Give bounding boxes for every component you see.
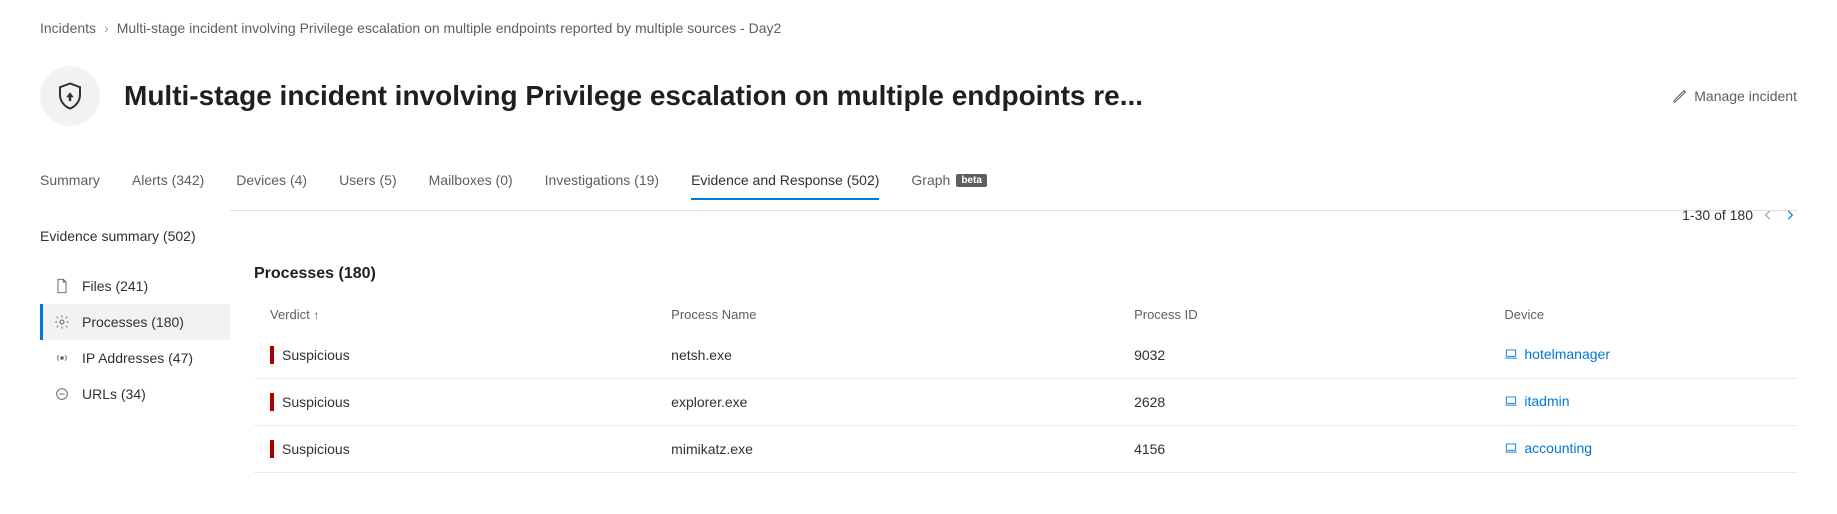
process-name: explorer.exe [655,379,1118,426]
process-id: 4156 [1118,426,1488,473]
sidebar-item-urls[interactable]: URLs (34) [40,376,230,412]
link-icon [54,386,70,402]
gear-icon [54,314,70,330]
breadcrumb: Incidents › Multi-stage incident involvi… [40,20,1797,36]
tab-evidence[interactable]: Evidence and Response (502) [691,166,879,200]
laptop-icon [1504,394,1518,408]
tab-graph[interactable]: Graph beta [911,166,986,200]
device-link[interactable]: itadmin [1504,393,1569,409]
page-title: Multi-stage incident involving Privilege… [124,80,1143,112]
table-row[interactable]: Suspicious explorer.exe 2628 itadmin [254,379,1797,426]
pager: 1-30 of 180 [1682,207,1797,223]
breadcrumb-root[interactable]: Incidents [40,20,96,36]
sidebar-item-ip-addresses[interactable]: IP Addresses (47) [40,340,230,376]
tab-users[interactable]: Users (5) [339,166,397,200]
col-process-id[interactable]: Process ID [1118,297,1488,332]
sidebar-item-label: Processes (180) [82,314,184,330]
device-name: itadmin [1524,393,1569,409]
process-id: 9032 [1118,332,1488,379]
sidebar-item-files[interactable]: Files (241) [40,268,230,304]
sidebar-item-processes[interactable]: Processes (180) [40,304,230,340]
tab-devices[interactable]: Devices (4) [236,166,307,200]
processes-table: Verdict ↑ Process Name Process ID Device… [254,297,1797,473]
shield-icon [40,66,100,126]
device-link[interactable]: hotelmanager [1504,346,1610,362]
breadcrumb-current: Multi-stage incident involving Privilege… [117,20,782,36]
process-name: netsh.exe [655,332,1118,379]
process-id: 2628 [1118,379,1488,426]
sidebar-item-label: Files (241) [82,278,148,294]
evidence-summary-title: Evidence summary (502) [40,228,230,244]
sidebar-item-label: URLs (34) [82,386,146,402]
col-verdict[interactable]: Verdict ↑ [254,297,655,332]
tab-bar: Summary Alerts (342) Devices (4) Users (… [40,166,1797,200]
device-name: accounting [1524,440,1592,456]
sort-asc-icon: ↑ [313,308,319,322]
chevron-right-icon [1783,208,1797,222]
file-icon [54,278,70,294]
manage-incident-label: Manage incident [1694,88,1797,104]
pager-prev-button[interactable] [1761,208,1775,222]
tab-mailboxes[interactable]: Mailboxes (0) [429,166,513,200]
device-link[interactable]: accounting [1504,440,1592,456]
tab-summary[interactable]: Summary [40,166,100,200]
beta-badge: beta [956,174,987,187]
broadcast-icon [54,350,70,366]
edit-icon [1672,88,1688,104]
verdict-value: Suspicious [282,394,350,410]
sidebar-item-label: IP Addresses (47) [82,350,193,366]
severity-bar-icon [270,346,274,364]
tab-investigations[interactable]: Investigations (19) [545,166,659,200]
table-row[interactable]: Suspicious netsh.exe 9032 hotelmanager [254,332,1797,379]
laptop-icon [1504,347,1518,361]
pager-text: 1-30 of 180 [1682,207,1753,223]
verdict-value: Suspicious [282,347,350,363]
evidence-side-nav: Files (241) Processes (180) IP Addresses… [40,268,230,412]
severity-bar-icon [270,393,274,411]
col-device[interactable]: Device [1488,297,1797,332]
chevron-left-icon [1761,208,1775,222]
verdict-value: Suspicious [282,441,350,457]
device-name: hotelmanager [1524,346,1610,362]
manage-incident-button[interactable]: Manage incident [1672,88,1797,104]
processes-section-title: Processes (180) [254,265,1797,283]
tab-graph-label: Graph [911,172,950,188]
col-process-name[interactable]: Process Name [655,297,1118,332]
laptop-icon [1504,441,1518,455]
table-row[interactable]: Suspicious mimikatz.exe 4156 accounting [254,426,1797,473]
tab-alerts[interactable]: Alerts (342) [132,166,204,200]
pager-next-button[interactable] [1783,208,1797,222]
chevron-right-icon: › [104,20,109,36]
col-verdict-label: Verdict [270,307,310,322]
process-name: mimikatz.exe [655,426,1118,473]
severity-bar-icon [270,440,274,458]
